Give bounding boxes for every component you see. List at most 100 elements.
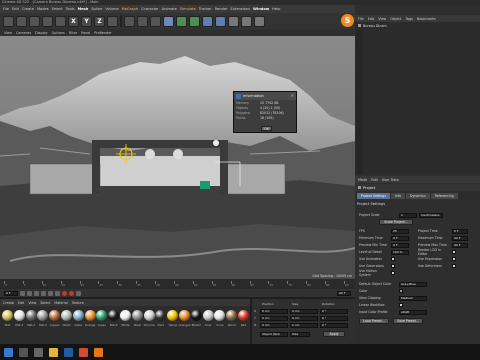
object-menu-edit[interactable]: Edit [368,17,375,21]
cube-icon[interactable] [163,15,174,27]
coordinate-mode-dropdown[interactable]: Object (Rel) [260,331,288,337]
use-animation-checkbox[interactable] [391,257,395,261]
object-menu-view[interactable]: View [378,17,386,21]
play-backwards-icon[interactable] [34,290,39,296]
play-icon[interactable] [41,290,46,296]
undo-icon[interactable] [3,15,14,27]
menu-spline[interactable]: Spline [91,7,102,11]
project-scale-field[interactable]: 1 [399,212,417,218]
attr-menu-edit[interactable]: Edit [371,178,378,182]
setting-field[interactable]: 90 F [452,242,468,248]
viewport-menu-panel[interactable]: Panel [81,31,90,35]
floor-icon[interactable] [228,15,239,27]
setting-field[interactable]: 25 [391,228,409,234]
position-field[interactable]: 0 cm [260,322,288,328]
object-menu-file[interactable]: File [358,17,364,21]
3d-viewport[interactable]: Grid Spacing : 10000 cm [0,36,355,279]
tab-info[interactable]: Info [391,192,406,199]
menu-tools[interactable]: Tools [66,7,75,11]
menu-extensions[interactable]: Extensions [231,7,251,11]
menu-edit[interactable]: Edit [12,7,19,11]
rotate-tool-icon[interactable] [55,15,66,27]
attr-menu-user-data[interactable]: User Data [382,178,399,182]
render-lod-checkbox[interactable] [452,250,456,254]
firefox-icon[interactable] [94,347,103,357]
scale-project-button[interactable]: Scale Project... [379,219,413,225]
explorer-icon[interactable] [49,347,58,357]
subdivision-icon[interactable] [189,15,200,27]
color-swatch[interactable] [399,289,403,293]
y-axis-lock-button[interactable]: Y [81,15,92,27]
z-axis-lock-button[interactable]: Z [94,15,105,27]
tab-project-settings[interactable]: Project Settings [357,192,390,199]
previous-key-icon[interactable] [27,290,32,296]
load-preset-button[interactable]: Load Preset... [359,318,389,324]
object-menu-object[interactable]: Object [390,17,401,21]
attr-menu-mode[interactable]: Mode [358,178,367,182]
record-icon[interactable] [62,290,67,296]
material-swatch[interactable] [108,310,120,321]
keyframe-selection-icon[interactable] [76,290,81,296]
scale-unit-dropdown[interactable]: Centimeters [419,212,443,218]
object-item-bureau[interactable]: Bureau Dinam [355,23,415,28]
view-clipping-dropdown[interactable]: Medium [399,295,427,301]
size-field[interactable]: 0 cm [290,315,318,321]
setting-field[interactable]: 0 F [452,228,468,234]
menu-create[interactable]: Create [22,7,34,11]
material-swatch[interactable] [37,310,49,321]
search-icon[interactable] [19,347,28,357]
rotation-field[interactable]: 0 ° [320,322,348,328]
menu-animate[interactable]: Animate [162,7,177,11]
x-axis-lock-button[interactable]: X [68,15,79,27]
cloner-icon[interactable] [202,15,213,27]
material-swatch[interactable] [120,310,131,321]
timeline-scale[interactable]: 0 5 10 15 20 25 30 35 40 45 50 55 60 65 70 75 80 85 90 [4,281,350,287]
mat-menu-select[interactable]: Select [40,301,50,305]
mat-menu-view[interactable]: View [28,301,36,305]
position-field[interactable]: 0 cm [260,308,288,314]
material-swatch[interactable] [143,310,155,321]
chrome-icon[interactable] [79,347,88,357]
camera-icon[interactable] [241,15,252,27]
input-color-profile-dropdown[interactable]: sRGB [399,309,427,315]
light-icon[interactable] [254,15,265,27]
menu-modes[interactable]: Modes [37,7,49,11]
size-field[interactable]: 0 cm [290,308,318,314]
menu-help[interactable]: Help [272,7,280,11]
material-swatch[interactable] [167,310,179,321]
default-color-dropdown[interactable]: Gray-Blue [399,281,427,287]
move-tool-icon[interactable] [29,15,40,27]
current-frame-field[interactable]: 0 F [4,290,18,296]
menu-render[interactable]: Render [215,7,228,11]
mat-menu-material[interactable]: Material [54,301,67,305]
deformer-icon[interactable] [215,15,226,27]
windows-start-icon[interactable] [4,347,13,357]
cinema4d-icon[interactable] [64,347,73,357]
linear-workflow-checkbox[interactable] [399,303,403,307]
menu-tracker[interactable]: Tracker [199,7,212,11]
material-swatch[interactable] [155,310,167,321]
material-swatch[interactable] [202,310,214,321]
use-deformers-checkbox[interactable] [452,264,456,268]
menu-mesh[interactable]: Mesh [78,7,89,11]
render-view-icon[interactable] [124,15,135,27]
material-swatch[interactable] [84,310,96,321]
object-manager-list[interactable] [355,22,480,174]
use-generators-checkbox[interactable] [391,264,395,268]
scale-tool-icon[interactable] [42,15,53,27]
rotation-field[interactable]: 0 ° [320,308,348,314]
material-swatch[interactable] [2,310,13,321]
material-swatch[interactable] [25,310,37,321]
viewport-menu-prorender[interactable]: ProRender [94,31,111,35]
position-field[interactable]: 0 cm [260,315,288,321]
material-swatch[interactable] [61,310,72,321]
viewport-menu-options[interactable]: Options [52,31,65,35]
mat-menu-texture[interactable]: Texture [72,301,84,305]
menu-select[interactable]: Select [52,7,63,11]
autokey-icon[interactable] [69,290,74,296]
material-swatch[interactable] [96,310,108,321]
material-swatch[interactable] [238,310,249,321]
menu-window[interactable]: Window [253,7,269,11]
viewport-menu-cameras[interactable]: Cameras [16,31,31,35]
viewport-menu-display[interactable]: Display [35,31,48,35]
